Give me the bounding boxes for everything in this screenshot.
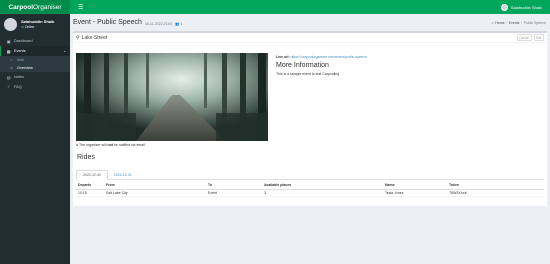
column-token: Token	[447, 182, 544, 190]
home-icon: ⌂	[491, 20, 494, 25]
sidebar-item-label: Overview	[17, 66, 33, 70]
tab-2022-12-30[interactable]: 2022-12-30	[76, 170, 108, 180]
breadcrumb-home[interactable]: Home	[495, 21, 504, 25]
calendar-icon: ▦	[6, 49, 11, 54]
sidebar-item-notes[interactable]: ▤ Notes	[0, 72, 70, 82]
content-header: Event - Public Speech 30-11-2022 21:00 👥…	[70, 14, 550, 31]
column-to: To	[206, 182, 262, 190]
sidebar-item-label: FAQ	[14, 85, 22, 89]
event-description: This is a sample event to test Carpoolin…	[276, 72, 340, 76]
sidebar-item-label: Dashboard	[14, 39, 33, 43]
location-label: Lake Street	[81, 34, 108, 41]
sidebar-item-add[interactable]: ○ Add	[0, 56, 70, 64]
cell-token: T6W3XIuuf	[447, 189, 544, 197]
sidebar-item-label: Events	[14, 49, 26, 53]
map-marker-icon: ⚲	[76, 34, 80, 41]
breadcrumb-events[interactable]: Events	[509, 21, 520, 25]
box-title: ⚲ Lake Street	[76, 35, 107, 41]
box-tools: Cancel Edit	[516, 34, 544, 41]
notification-note: ● The organiser will not be notified via…	[76, 143, 146, 147]
event-photo	[76, 53, 268, 141]
user-menu[interactable]: Salahuddin Shaik	[500, 3, 542, 11]
breadcrumb-current: Public Speech	[523, 20, 546, 25]
participants-count-value: 1	[180, 21, 183, 26]
info-circle-icon: ●	[76, 143, 79, 147]
rides-date-tabs: 2022-12-30 2022-12-31	[76, 170, 544, 180]
table-row[interactable]: 10:15 Salt Lake City Event 3 Tesla Jones…	[76, 189, 544, 197]
app-logo[interactable]: Carpool Organiser	[0, 0, 70, 14]
sidebar-item-events[interactable]: ▦ Events ⌄	[0, 46, 70, 56]
note-prefix: The organiser will	[79, 143, 108, 147]
user-menu-name: Salahuddin Shaik	[510, 4, 542, 10]
more-info-heading: More Information	[276, 62, 329, 69]
cell-name: Tesla Jones	[383, 189, 447, 197]
sidebar-item-label: Notes	[14, 75, 24, 79]
user-status-label: Online	[25, 25, 35, 29]
question-icon: ?	[7, 85, 10, 89]
top-navbar: Carpool Organiser ☰ Salahuddin Shaik	[0, 0, 550, 14]
page-title: Event - Public Speech	[73, 19, 142, 26]
online-dot-icon	[21, 25, 24, 29]
content-area: Event - Public Speech 30-11-2022 21:00 👥…	[70, 14, 550, 264]
book-icon: ▤	[6, 75, 11, 80]
breadcrumb: ⌂ Home › Events › Public Speech	[492, 21, 546, 25]
page-subtitle: 30-11-2022 21:00	[144, 21, 173, 26]
edit-button[interactable]: Edit	[533, 34, 544, 41]
note-suffix: be notified via email.	[112, 143, 146, 147]
avatar	[4, 17, 17, 31]
column-departs: Departs	[76, 182, 104, 190]
sidebar-user-name: Salahuddin Shaik	[21, 19, 55, 24]
participants-count: 👥 1	[175, 22, 182, 26]
cell-available-places: 3	[262, 189, 383, 197]
brand-bold: Carpool	[8, 3, 33, 11]
cell-departs: 10:15	[76, 189, 104, 197]
event-box: ⚲ Lake Street Cancel Edit ● The organise…	[73, 31, 547, 206]
table-header-row: Departs From To Available places Name To…	[76, 182, 544, 190]
bars-icon[interactable]: ☰	[78, 4, 83, 11]
sidebar-item-faq[interactable]: ? FAQ	[0, 82, 70, 92]
avatar	[500, 3, 508, 11]
sidebar-item-label: Add	[17, 58, 24, 62]
live-url-label: Live url:	[276, 55, 290, 59]
column-from: From	[104, 182, 206, 190]
sidebar: Salahuddin Shaik Online ▣ Dashboard ▦ Ev…	[0, 14, 70, 264]
events-submenu: ○ Add ○ Overview	[0, 56, 70, 72]
breadcrumb-separator: ›	[506, 20, 508, 25]
dashboard-icon: ▣	[6, 39, 11, 44]
circle-icon: ○	[10, 58, 13, 62]
box-header: ⚲ Lake Street Cancel Edit	[73, 33, 547, 43]
tab-2022-12-31[interactable]: 2022-12-31	[108, 170, 138, 180]
sidebar-item-overview[interactable]: ○ Overview	[0, 64, 70, 72]
cell-to: Event	[206, 189, 262, 197]
circle-icon: ○	[10, 66, 13, 70]
brand-rest: Organiser	[33, 3, 62, 11]
column-available-places: Available places	[262, 182, 383, 190]
event-info: Live url: https://carpoolorganiser.com/e…	[276, 55, 541, 76]
live-url-row: Live url: https://carpoolorganiser.com/e…	[276, 55, 541, 59]
column-name: Name	[383, 182, 447, 190]
user-panel: Salahuddin Shaik Online	[0, 14, 70, 34]
cancel-button[interactable]: Cancel	[516, 34, 532, 41]
cell-from: Salt Lake City	[104, 189, 206, 197]
breadcrumb-separator: ›	[520, 20, 523, 25]
live-url-link[interactable]: https://carpoolorganiser.com/event/publi…	[291, 55, 367, 59]
users-icon: 👥	[175, 21, 180, 26]
rides-table: Departs From To Available places Name To…	[76, 182, 544, 197]
chevron-down-icon: ⌄	[63, 49, 66, 53]
sidebar-item-dashboard[interactable]: ▣ Dashboard	[0, 36, 70, 46]
rides-heading: Rides	[77, 154, 95, 161]
user-status: Online	[21, 25, 54, 29]
